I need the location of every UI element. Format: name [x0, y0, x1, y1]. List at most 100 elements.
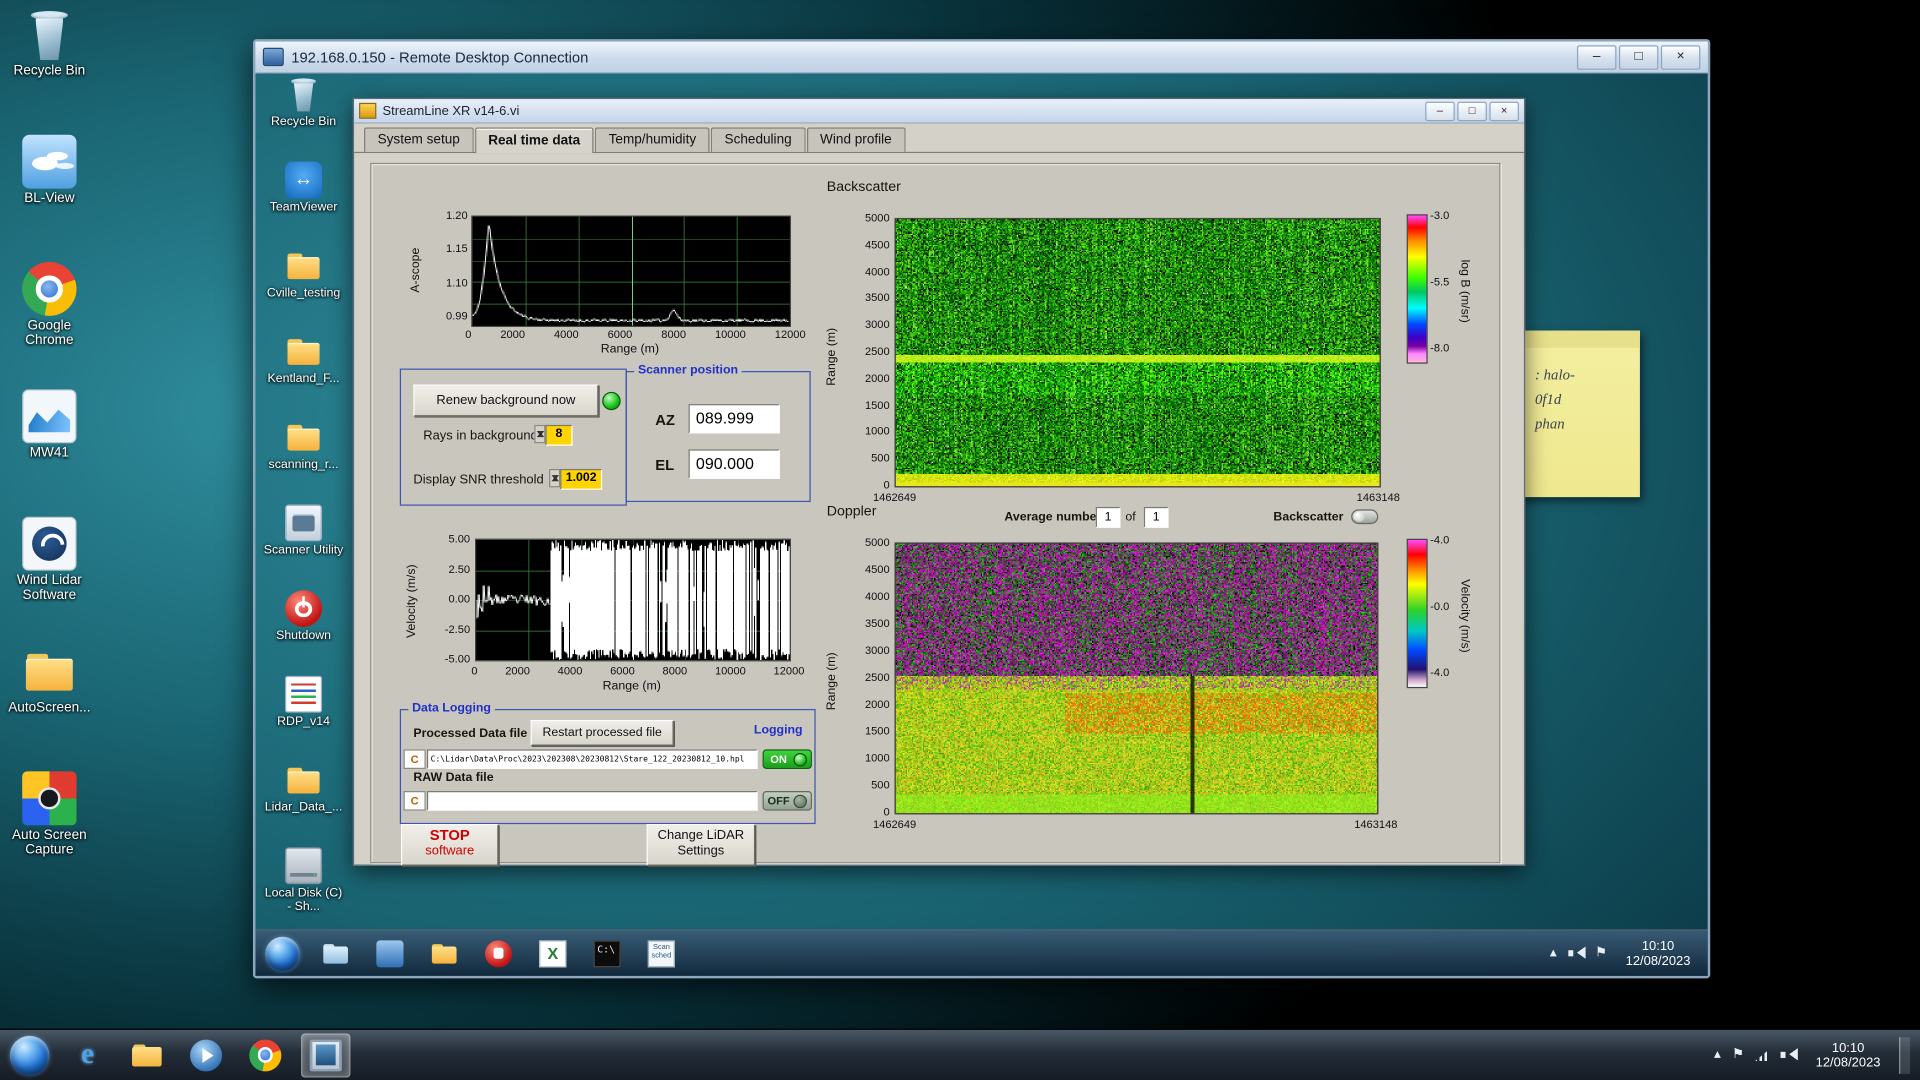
logging-label: Logging	[753, 723, 803, 738]
desktop-icon[interactable]: AutoScreen...	[2, 644, 96, 771]
az-label: AZ	[655, 411, 675, 429]
az-field[interactable]: 089.999	[688, 404, 780, 434]
desktop-icon-image	[285, 161, 323, 199]
tab-scheduling[interactable]: Scheduling	[710, 127, 806, 152]
processed-drive-selector[interactable]: C	[403, 749, 426, 769]
of-count-field[interactable]: 1	[1143, 506, 1169, 528]
rdp-titlebar[interactable]: 192.168.0.150 - Remote Desktop Connectio…	[255, 41, 1708, 74]
shutdown-app[interactable]	[478, 935, 520, 972]
desktop-icon[interactable]: RDP_v14	[263, 675, 344, 762]
chrome-icon[interactable]	[242, 1034, 289, 1076]
average-number-field[interactable]: 1	[1095, 506, 1121, 528]
desktop-icon-image	[285, 762, 322, 799]
app-titlebar[interactable]: StreamLine XR v14-6.vi – □ ×	[354, 99, 1524, 124]
desktop-icon[interactable]: scanning_r...	[263, 419, 344, 505]
desktop-icon[interactable]: Google Chrome	[2, 262, 96, 389]
desktop-icon[interactable]: Auto Screen Capture	[2, 771, 96, 898]
desktop-icon-image	[22, 644, 76, 698]
processed-file-label: Processed Data file	[413, 727, 528, 741]
colorbar-tick: -5.5	[1430, 275, 1450, 288]
network-icon[interactable]	[1755, 1048, 1770, 1062]
desktop-icon-image	[285, 419, 322, 456]
desktop-icon[interactable]: Wind Lidar Software	[2, 516, 96, 644]
desktop-icon[interactable]: MW41	[2, 389, 96, 516]
desktop-icon[interactable]: BL-View	[2, 134, 96, 262]
folder[interactable]	[423, 935, 465, 972]
processed-logging-toggle[interactable]: ON	[762, 749, 812, 769]
renew-background-button[interactable]: Renew background now	[413, 384, 599, 417]
flag-icon[interactable]: ⚑	[1595, 946, 1607, 960]
rdp-minimize-button[interactable]: –	[1576, 44, 1617, 70]
snr-spinner[interactable]	[549, 468, 561, 488]
stop-software-button[interactable]: STOP software	[401, 824, 499, 866]
app-close-button[interactable]: ×	[1489, 101, 1519, 121]
desktop-icon[interactable]: Recycle Bin	[2, 7, 96, 134]
ascope-x-axis-label: Range (m)	[600, 342, 660, 357]
app-minimize-button[interactable]: –	[1425, 101, 1455, 121]
volume-icon[interactable]	[1567, 946, 1586, 960]
rays-value-field[interactable]: 8	[545, 424, 573, 446]
scanner-position-title: Scanner position	[634, 363, 742, 378]
rdp-maximize-button[interactable]: □	[1618, 44, 1659, 70]
rays-spinner[interactable]	[534, 424, 546, 444]
scan-scheduler[interactable]	[640, 935, 682, 972]
axis-tick: 2000	[864, 697, 890, 711]
velocity-y-axis-label: Velocity (m/s)	[405, 564, 419, 638]
desktop-icon[interactable]: Kentland_F...	[263, 333, 344, 419]
taskbar-clock[interactable]: 10:10 12/08/2023	[1808, 1040, 1888, 1069]
change-lidar-settings-button[interactable]: Change LiDAR Settings	[646, 824, 756, 866]
tab-system-setup[interactable]: System setup	[364, 127, 474, 152]
axis-tick: 4000	[864, 265, 890, 278]
backscatter-display-toggle[interactable]	[1351, 509, 1379, 525]
desktop-icon-list: Recycle Bin BL-View Google Chrome MW41 W…	[2, 7, 96, 898]
tab-wind-profile[interactable]: Wind profile	[806, 127, 906, 152]
up-arrow-icon[interactable]: ▴	[1550, 946, 1557, 960]
internet-explorer-icon[interactable]	[64, 1034, 111, 1076]
tab-temp-humidity[interactable]: Temp/humidity	[595, 127, 710, 152]
remote-taskbar-clock[interactable]: 10:10 12/08/2023	[1618, 939, 1698, 968]
flag-icon[interactable]: ⚑	[1732, 1048, 1744, 1061]
start-button[interactable]	[9, 1035, 50, 1075]
raw-logging-toggle[interactable]: OFF	[762, 791, 812, 811]
app-maximize-button[interactable]: □	[1457, 101, 1487, 121]
doppler-colorbar-ticks: -4.0 -0.0 -4.0	[1430, 534, 1449, 678]
raw-path-field[interactable]	[426, 791, 758, 811]
velocity-x-ticks: 0 2000 4000 6000 8000 10000 12000	[471, 665, 804, 677]
backscatter-colorbar-ticks: -3.0 -5.5 -8.0	[1430, 209, 1449, 353]
desktop-icon-label: Recycle Bin	[270, 115, 337, 129]
rdp-close-button[interactable]: ×	[1660, 44, 1701, 70]
el-field[interactable]: 090.000	[688, 449, 780, 479]
show-desktop-button[interactable]	[1899, 1036, 1911, 1074]
axis-tick: 4500	[864, 238, 890, 251]
restart-processed-file-button[interactable]: Restart processed file	[530, 720, 674, 746]
axis-tick: 5.00	[448, 532, 471, 545]
grid-app[interactable]	[532, 935, 574, 972]
snr-value-field[interactable]: 1.002	[560, 468, 603, 490]
windows-explorer[interactable]	[315, 935, 357, 972]
media-player-icon[interactable]	[183, 1034, 230, 1076]
processed-path-field[interactable]: C:\Lidar\Data\Proc\2023\202308\20230812\…	[426, 749, 758, 769]
remote-desktop-icon[interactable]	[301, 1032, 351, 1077]
remote-app[interactable]	[369, 935, 411, 972]
desktop-icon[interactable]: Lidar_Data_...	[263, 762, 344, 848]
desktop-icon[interactable]: Shutdown	[263, 590, 344, 676]
colorbar-tick: -4.0	[1430, 533, 1450, 547]
desktop-icon[interactable]: Local Disk (C) - Sh...	[263, 847, 344, 933]
remote-start-button[interactable]	[265, 936, 300, 971]
raw-drive-selector[interactable]: C	[403, 791, 426, 811]
volume-icon[interactable]	[1781, 1048, 1799, 1061]
up-arrow-icon[interactable]: ▴	[1714, 1048, 1721, 1061]
desktop-icon[interactable]: TeamViewer	[263, 161, 344, 248]
desktop-icon[interactable]: Scanner Utility	[263, 504, 344, 590]
windows-explorer-icon[interactable]	[123, 1034, 170, 1076]
tab-real-time-data[interactable]: Real time data	[474, 127, 594, 154]
axis-tick: 12000	[774, 328, 806, 341]
doppler-x-start: 1462649	[872, 817, 917, 831]
axis-tick: 1.10	[446, 276, 468, 289]
axis-tick: 4000	[553, 328, 579, 341]
average-number-label: Average number	[1004, 510, 1102, 525]
tab-bar: System setup Real time data Temp/humidit…	[354, 123, 1524, 154]
desktop-icon[interactable]: Cville_testing	[263, 247, 344, 333]
terminal[interactable]	[586, 935, 628, 972]
desktop-icon[interactable]: Recycle Bin	[263, 76, 344, 162]
